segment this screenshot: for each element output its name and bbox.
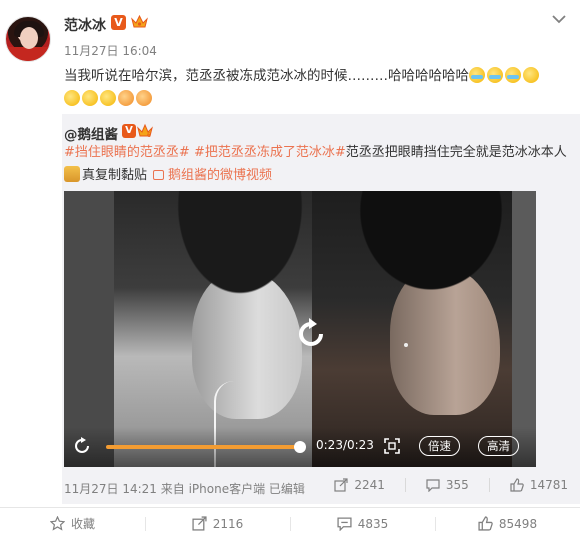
repost-meta: 11月27日 14:21 来自 iPhone客户端 已编辑 (64, 482, 305, 496)
smile-emoji (100, 90, 116, 106)
laugh-cry-emoji (469, 67, 485, 83)
repost-body-tail: 真复制黏贴 (82, 168, 148, 183)
quality-button[interactable]: 高清 (478, 436, 519, 456)
progress-knob[interactable] (294, 441, 306, 453)
smile-emoji (82, 90, 98, 106)
thumbs-up-icon (478, 516, 493, 531)
repost-icon (334, 478, 348, 492)
comment-count: 4835 (357, 516, 389, 531)
avatar[interactable] (5, 16, 51, 62)
crown-icon (131, 14, 148, 28)
crown-icon: 6 (137, 123, 153, 139)
video-frame-right (312, 191, 512, 467)
post-body: 当我听说在哈尔滨，范丞丞被冻成范冰冰的时候………哈哈哈哈哈哈 (64, 68, 469, 84)
comment-button[interactable]: 4835 (290, 508, 435, 539)
verified-icon: V (111, 15, 126, 30)
laugh-cry-emoji (505, 67, 521, 83)
like-button[interactable]: 85498 (435, 508, 580, 539)
repost-count: 2241 (354, 478, 385, 492)
video-player[interactable]: 0:23/0:23 倍速 高清 (64, 191, 536, 467)
favorite-button[interactable]: 收藏 (0, 508, 145, 539)
repost-stats: 2241 355 14781 (334, 478, 568, 492)
chevron-down-icon[interactable] (552, 14, 566, 24)
thumbs-up-icon (510, 478, 524, 492)
post-timestamp[interactable]: 11月27日 16:04 (64, 42, 157, 59)
drool-emoji (118, 90, 134, 106)
speed-button[interactable]: 倍速 (419, 436, 460, 456)
svg-text:6: 6 (147, 132, 151, 139)
favorite-label: 收藏 (70, 517, 95, 531)
laugh-cry-emoji (487, 67, 503, 83)
hashtag-link[interactable]: #把范丞丞冻成了范冰冰# (194, 145, 346, 160)
repost-box: @鹅组酱 V 6 #挡住眼睛的范丞丞# #把范丞丞冻成了范冰冰#范丞丞把眼睛挡住… (62, 114, 580, 504)
video-link[interactable]: 鹅组酱的微博视频 (168, 168, 272, 183)
replay-icon[interactable] (72, 436, 92, 456)
weibo-post-card: 范冰冰 V 11月27日 16:04 当我听说在哈尔滨，范丞丞被冻成范冰冰的时候… (0, 0, 580, 539)
comment-count: 355 (445, 478, 469, 492)
post-text: 当我听说在哈尔滨，范丞丞被冻成范冰冰的时候………哈哈哈哈哈哈 (64, 65, 569, 87)
video-frame-left (114, 191, 314, 467)
video-time: 0:23/0:23 (316, 438, 374, 452)
smile-emoji (523, 67, 539, 83)
fullscreen-icon[interactable] (384, 438, 400, 454)
like-count: 85498 (498, 516, 538, 531)
comment-icon (426, 479, 440, 492)
repost-icon (192, 516, 207, 531)
verified-icon: V (122, 124, 136, 138)
repost-text: #挡住眼睛的范丞丞# #把范丞丞冻成了范冰冰#范丞丞把眼睛挡住完全就是范冰冰本人… (64, 141, 572, 187)
like-count: 14781 (529, 478, 568, 492)
repost-body: 范丞丞把眼睛挡住完全就是范冰冰本人 (345, 145, 567, 160)
comment-icon (337, 517, 352, 531)
replay-icon[interactable] (293, 316, 329, 352)
username[interactable]: 范冰冰 (64, 15, 106, 35)
repost-button[interactable]: 2116 (145, 508, 290, 539)
action-bar: 收藏 2116 4835 85498 (0, 507, 580, 539)
video-link-icon (153, 170, 165, 180)
repost-username[interactable]: @鹅组酱 (64, 123, 118, 143)
smile-emoji (64, 90, 80, 106)
drool-emoji (136, 90, 152, 106)
video-controls: 0:23/0:23 倍速 高清 (64, 427, 536, 467)
repost-count: 2116 (212, 516, 244, 531)
emoji-line (64, 88, 154, 108)
hashtag-link[interactable]: #挡住眼睛的范丞丞# (64, 145, 190, 160)
repost-stat-reposts[interactable]: 2241 (334, 478, 385, 492)
star-icon (49, 516, 65, 531)
repost-stat-comments[interactable]: 355 (426, 478, 469, 492)
progress-bar[interactable] (106, 445, 300, 449)
repost-stat-likes[interactable]: 14781 (510, 478, 568, 492)
ring-emoji (64, 166, 80, 182)
